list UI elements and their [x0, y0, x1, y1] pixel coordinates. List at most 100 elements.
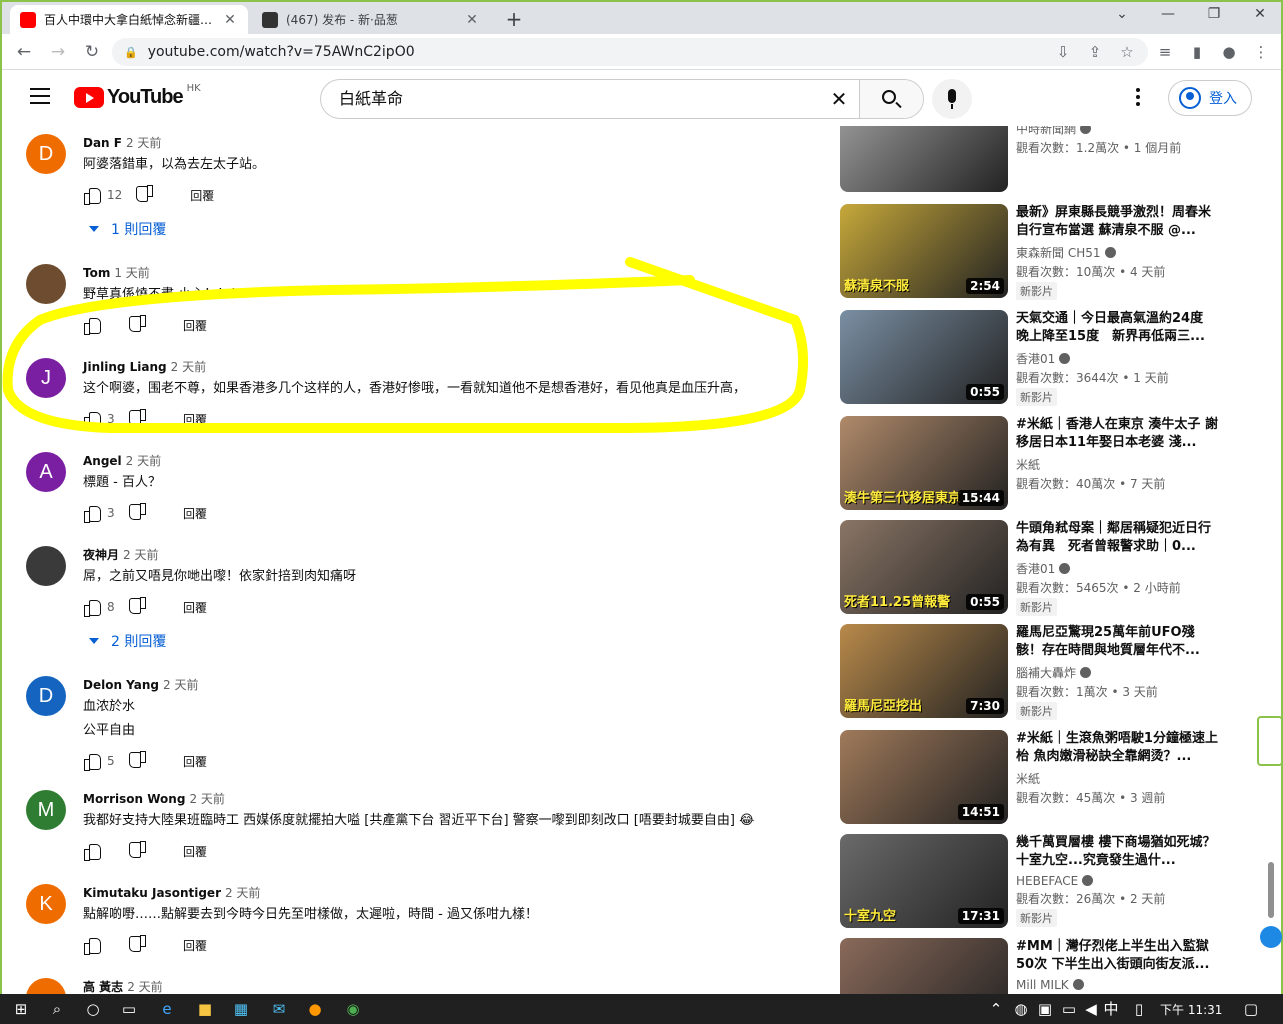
- like-icon[interactable]: [83, 186, 101, 205]
- tab-search-icon[interactable]: ⌄: [1102, 6, 1142, 22]
- view-replies-button[interactable]: 1 則回覆: [83, 219, 826, 239]
- dislike-icon[interactable]: [129, 316, 147, 334]
- tray-chevron-icon[interactable]: ⌃: [985, 998, 1007, 1020]
- reply-button[interactable]: 回覆: [183, 599, 207, 616]
- comment-author[interactable]: Delon Yang: [83, 678, 159, 692]
- video-thumbnail[interactable]: 湊牛第三代移居東京 15:44: [840, 416, 1008, 510]
- related-video[interactable]: 0:55 天氣交通｜今日最高氣溫約24度 晚上降至15度 新界再低兩三... 香…: [840, 310, 1260, 406]
- channel-name[interactable]: 香港01: [1016, 350, 1220, 367]
- related-video[interactable]: #MM｜灣仔烈佬上半生出入監獄50次 下半生出入街頭向街友派... Mill M…: [840, 938, 1260, 994]
- like-icon[interactable]: [83, 316, 101, 335]
- cortana-icon[interactable]: ○: [82, 998, 104, 1020]
- video-thumbnail[interactable]: 羅馬尼亞挖出 7:30: [840, 624, 1008, 718]
- video-thumbnail[interactable]: 十室九空 17:31: [840, 834, 1008, 928]
- clock[interactable]: 下午 11:31: [1160, 1001, 1222, 1018]
- task-view-icon[interactable]: ▭: [118, 998, 140, 1020]
- dislike-icon[interactable]: [136, 186, 154, 204]
- like-icon[interactable]: [83, 936, 101, 955]
- comment-time[interactable]: 2 天前: [163, 678, 198, 692]
- comment-author[interactable]: Kimutaku Jasontiger: [83, 886, 221, 900]
- related-video[interactable]: 蘇清泉不服 2:54 最新》屏東縣長競爭激烈！周春米自行宣布當選 蘇清泉不服 @…: [840, 204, 1260, 300]
- reply-button[interactable]: 回覆: [183, 937, 207, 954]
- store-icon[interactable]: ▦: [230, 998, 252, 1020]
- video-title[interactable]: 幾千萬買層樓 樓下商場猶如死城？十室九空...究竟發生過什...: [1016, 834, 1220, 870]
- reload-icon[interactable]: ↻: [80, 40, 104, 64]
- profile-icon[interactable]: ●: [1218, 41, 1240, 63]
- comment-time[interactable]: 2 天前: [126, 136, 161, 150]
- tray-network-icon[interactable]: ▣: [1034, 998, 1056, 1020]
- like-icon[interactable]: [83, 504, 101, 523]
- sign-in-button[interactable]: 登入: [1168, 80, 1252, 116]
- like-icon[interactable]: [83, 842, 101, 861]
- comment-time[interactable]: 2 天前: [225, 886, 260, 900]
- restore-icon[interactable]: ❐: [1194, 6, 1234, 22]
- comment-time[interactable]: 2 天前: [189, 792, 224, 806]
- video-title[interactable]: 牛頭角弒母案｜鄰居稱疑犯近日行為有異 死者曾報警求助｜0...: [1016, 520, 1220, 556]
- close-tab-icon[interactable]: ✕: [222, 12, 238, 28]
- search-input[interactable]: 白紙革命: [321, 80, 819, 118]
- channel-name[interactable]: 米紙: [1016, 770, 1220, 787]
- like-icon[interactable]: [83, 410, 101, 429]
- comment-time[interactable]: 2 天前: [126, 454, 161, 468]
- comment-time[interactable]: 1 天前: [114, 266, 149, 280]
- youtube-logo[interactable]: YouTube HK: [74, 83, 201, 109]
- comment-time[interactable]: 2 天前: [123, 548, 158, 562]
- tray-app-icon[interactable]: ◍: [1010, 998, 1032, 1020]
- comment-time[interactable]: 2 天前: [171, 360, 206, 374]
- tab-inactive[interactable]: (467) 发布 - 新·品葱 ✕: [252, 5, 490, 34]
- avatar[interactable]: K: [26, 884, 66, 924]
- video-title[interactable]: 羅馬尼亞驚現25萬年前UFO殘骸！存在時間與地質層年代不...: [1016, 624, 1220, 660]
- minimize-icon[interactable]: —: [1148, 6, 1188, 22]
- voice-search-icon[interactable]: [932, 79, 972, 119]
- video-thumbnail[interactable]: 蘇清泉不服 2:54: [840, 204, 1008, 298]
- start-icon[interactable]: ⊞: [10, 998, 32, 1020]
- video-thumbnail[interactable]: 死者11.25曾報警 0:55: [840, 520, 1008, 614]
- reply-button[interactable]: 回覆: [183, 753, 207, 770]
- channel-name[interactable]: 米紙: [1016, 456, 1220, 473]
- reply-button[interactable]: 回覆: [183, 317, 207, 334]
- comment-author[interactable]: 夜神月: [83, 548, 119, 562]
- video-title[interactable]: #米紙｜香港人在東京 湊牛太子 謝移居日本11年娶日本老婆 淺...: [1016, 416, 1220, 452]
- related-video[interactable]: 十室九空 17:31 幾千萬買層樓 樓下商場猶如死城？十室九空...究竟發生過什…: [840, 834, 1260, 928]
- translate-extension-icon[interactable]: [1260, 926, 1282, 948]
- avatar[interactable]: D: [26, 134, 66, 174]
- address-bar[interactable]: 🔒 youtube.com/watch?v=75AWnC2ipO0: [112, 38, 1148, 66]
- dislike-icon[interactable]: [129, 936, 147, 954]
- side-panel-icon[interactable]: ▮: [1186, 41, 1208, 63]
- avatar[interactable]: A: [26, 452, 66, 492]
- comment-author[interactable]: 高 黃志: [83, 980, 123, 994]
- channel-name[interactable]: HEBEFACE: [1016, 874, 1220, 888]
- video-title[interactable]: #MM｜灣仔烈佬上半生出入監獄50次 下半生出入街頭向街友派...: [1016, 938, 1220, 974]
- channel-name[interactable]: 腦補大轟炸: [1016, 664, 1220, 681]
- forward-icon[interactable]: →: [46, 40, 70, 64]
- tray-display-icon[interactable]: ▭: [1058, 998, 1080, 1020]
- comment-author[interactable]: Angel: [83, 454, 122, 468]
- edge-icon[interactable]: e: [156, 998, 178, 1020]
- like-icon[interactable]: [83, 598, 101, 617]
- comment-author[interactable]: Morrison Wong: [83, 792, 185, 806]
- video-thumbnail[interactable]: [840, 938, 1008, 994]
- tab-active[interactable]: 百人中環中大拿白紙悼念新疆大火 ✕: [10, 5, 248, 34]
- new-tab-button[interactable]: +: [502, 7, 526, 31]
- search-button[interactable]: [859, 80, 923, 118]
- video-title[interactable]: #米紙｜生滾魚粥唔駛1分鐘極速上枱 魚肉嫩滑秘訣全靠網烫？...: [1016, 730, 1220, 766]
- dislike-icon[interactable]: [129, 752, 147, 770]
- like-icon[interactable]: [83, 752, 101, 771]
- reply-button[interactable]: 回覆: [190, 187, 214, 204]
- video-title[interactable]: 天氣交通｜今日最高氣溫約24度 晚上降至15度 新界再低兩三...: [1016, 310, 1220, 346]
- view-replies-button[interactable]: 2 則回覆: [83, 631, 826, 651]
- dislike-icon[interactable]: [129, 410, 147, 428]
- firefox-icon[interactable]: ●: [304, 998, 326, 1020]
- related-video[interactable]: 14:51 #米紙｜生滾魚粥唔駛1分鐘極速上枱 魚肉嫩滑秘訣全靠網烫？... 米…: [840, 730, 1260, 824]
- channel-name[interactable]: 中時新聞網: [1016, 126, 1220, 137]
- search-taskbar-icon[interactable]: ⌕: [46, 998, 68, 1020]
- related-video[interactable]: 死者11.25曾報警 0:55 牛頭角弒母案｜鄰居稱疑犯近日行為有異 死者曾報警…: [840, 520, 1260, 616]
- video-title[interactable]: 最新》屏東縣長競爭激烈！周春米自行宣布當選 蘇清泉不服 @...: [1016, 204, 1220, 240]
- comment-time[interactable]: 2 天前: [127, 980, 162, 994]
- video-thumbnail[interactable]: [840, 126, 1008, 192]
- file-explorer-icon[interactable]: ■: [194, 998, 216, 1020]
- browser-menu-icon[interactable]: ⋮: [1250, 41, 1272, 63]
- video-thumbnail[interactable]: 0:55: [840, 310, 1008, 404]
- dislike-icon[interactable]: [129, 504, 147, 522]
- video-thumbnail[interactable]: 14:51: [840, 730, 1008, 824]
